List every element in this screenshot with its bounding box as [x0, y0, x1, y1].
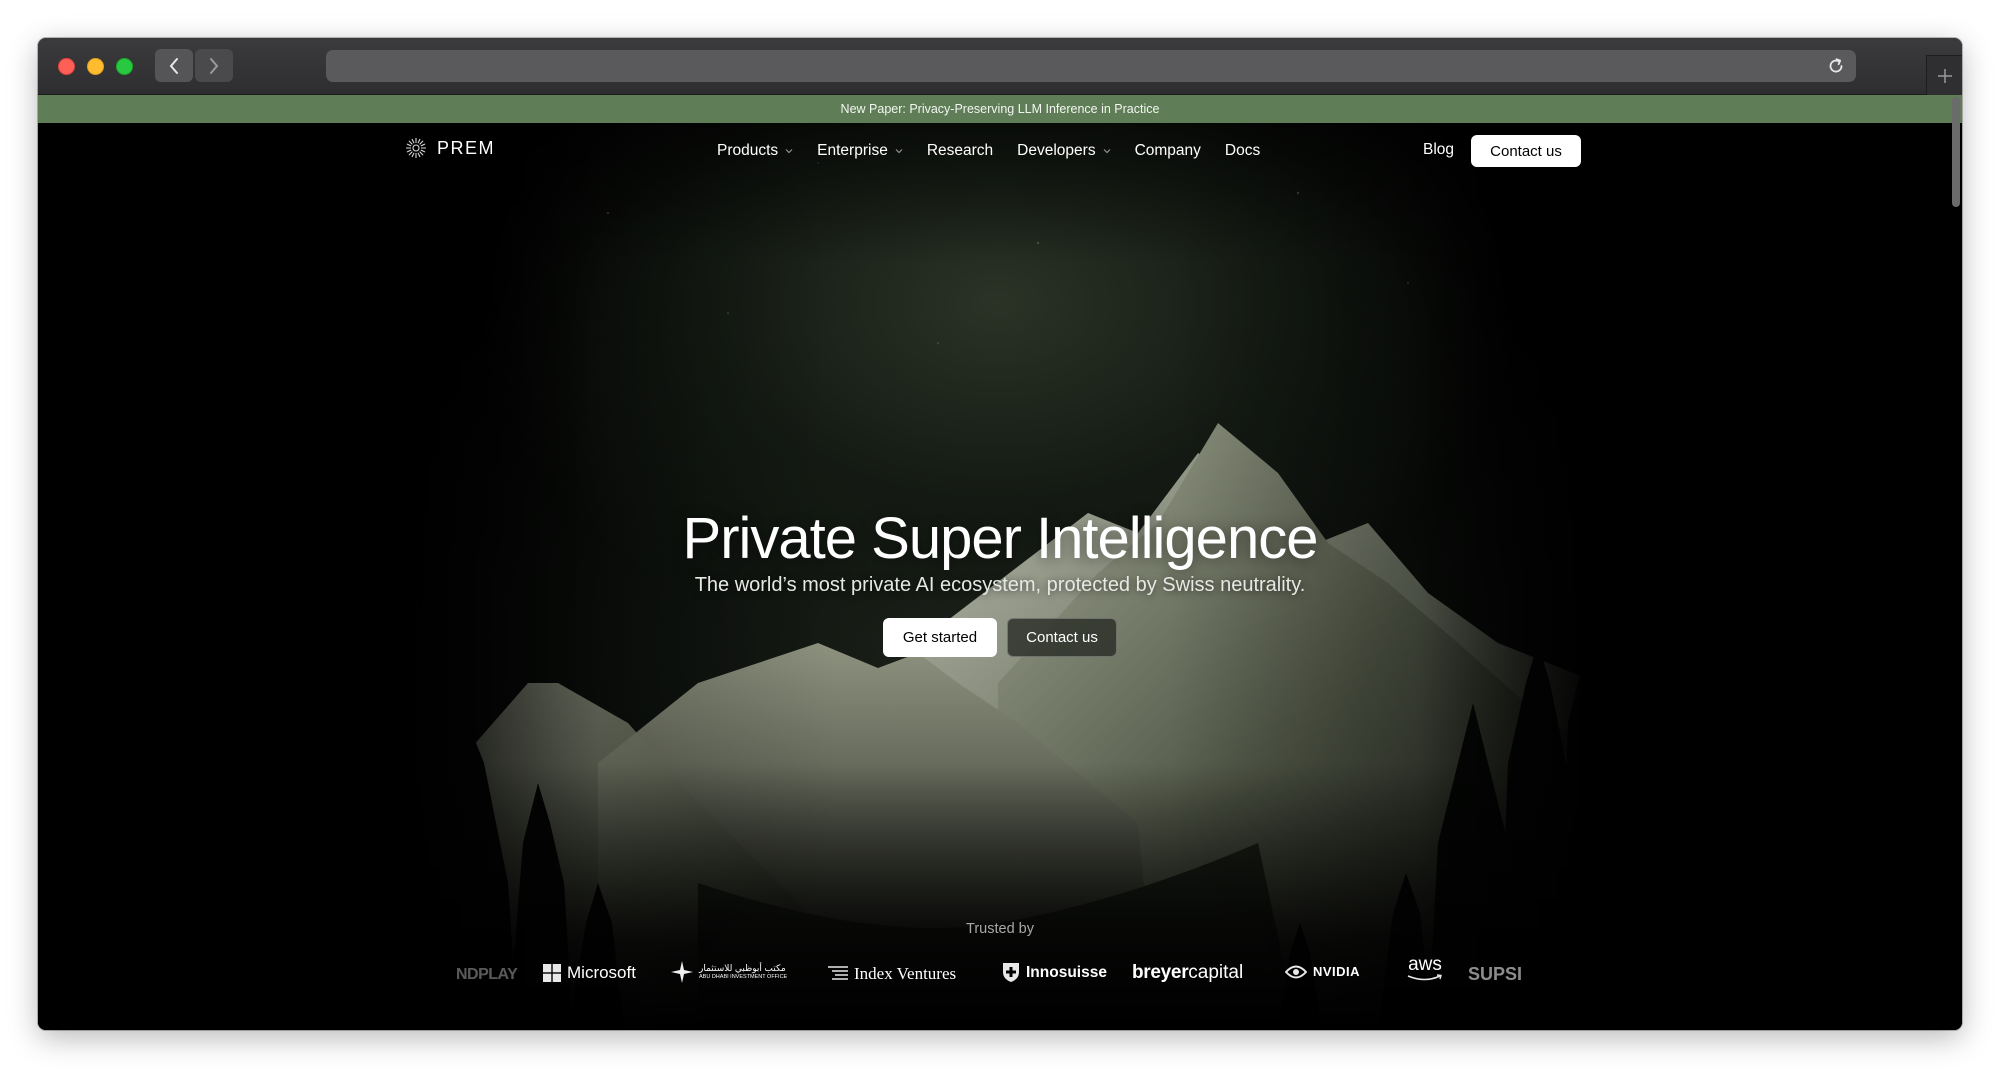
- address-bar[interactable]: [326, 50, 1856, 82]
- nav-item-developers[interactable]: Developers: [1017, 142, 1111, 160]
- partner-logo-supsi: SUPSI: [1468, 964, 1523, 984]
- page-viewport: New Paper: Privacy-Preserving LLM Infere…: [38, 95, 1962, 1030]
- plus-icon: [1937, 68, 1952, 83]
- partner-logo-microsoft: Microsoft: [543, 963, 636, 983]
- chevron-left-icon: [169, 57, 178, 74]
- new-tab-button[interactable]: [1926, 55, 1962, 95]
- partner-logo-innosuisse: Innosuisse: [1002, 962, 1107, 983]
- nav-item-docs[interactable]: Docs: [1225, 142, 1260, 160]
- nav-item-enterprise[interactable]: Enterprise: [817, 142, 903, 160]
- back-button[interactable]: [155, 49, 193, 82]
- top-navigation: PREM Products Enterprise Research Develo…: [38, 123, 1962, 179]
- close-window-button[interactable]: [58, 58, 75, 75]
- announcement-banner[interactable]: New Paper: Privacy-Preserving LLM Infere…: [38, 95, 1962, 123]
- get-started-button[interactable]: Get started: [883, 618, 997, 657]
- chevron-down-icon: [1103, 149, 1111, 154]
- chevron-right-icon: [210, 57, 219, 74]
- nav-contact-button[interactable]: Contact us: [1471, 135, 1581, 167]
- announcement-text[interactable]: New Paper: Privacy-Preserving LLM Infere…: [841, 102, 1160, 116]
- forward-button[interactable]: [195, 49, 233, 82]
- prem-logo-icon: [406, 138, 426, 158]
- chevron-down-icon: [785, 149, 793, 154]
- chevron-down-icon: [895, 149, 903, 154]
- partner-logo-breyer-capital: breyer capital: [1132, 962, 1244, 983]
- browser-titlebar: [38, 38, 1962, 95]
- hero-contact-button[interactable]: Contact us: [1007, 618, 1117, 657]
- nav-item-research[interactable]: Research: [927, 142, 993, 160]
- nav-blog-link[interactable]: Blog: [1423, 141, 1454, 159]
- swiss-shield-icon: [1003, 963, 1019, 982]
- main-menu: Products Enterprise Research Developers …: [717, 123, 1284, 179]
- nav-item-label: Company: [1134, 142, 1201, 159]
- nav-item-label: Products: [717, 142, 779, 159]
- partner-logo-ndplay: NDPLAY: [456, 966, 518, 983]
- nav-item-products[interactable]: Products: [717, 142, 793, 160]
- star-logo-icon: [671, 961, 693, 983]
- brand-logo[interactable]: PREM: [405, 137, 495, 159]
- partner-logo-aws: aws: [1406, 955, 1444, 982]
- browser-window: New Paper: Privacy-Preserving LLM Infere…: [38, 38, 1962, 1030]
- hero-title: Private Super Intelligence: [682, 506, 1319, 571]
- trusted-by-label: Trusted by: [966, 921, 1034, 937]
- index-lines-icon: [828, 966, 848, 980]
- partner-logo-index-ventures: Index Ventures: [828, 964, 956, 984]
- brand-name: PREM: [437, 137, 496, 158]
- aws-smile-icon: [1407, 974, 1442, 981]
- microsoft-logo-icon: [543, 964, 561, 982]
- reload-icon[interactable]: [1826, 56, 1846, 76]
- nav-item-company[interactable]: Company: [1135, 142, 1201, 160]
- nav-item-label: Enterprise: [817, 142, 888, 159]
- nav-item-label: Docs: [1224, 142, 1261, 159]
- nav-item-label: Developers: [1017, 142, 1096, 159]
- page-scrollbar[interactable]: [1952, 97, 1960, 207]
- nvidia-eye-icon: [1285, 965, 1307, 978]
- partner-logo-nvidia: NVIDIA: [1285, 964, 1360, 979]
- partner-logo-adio: مكتب أبوظبي للاستثمار ABU DHABI INVESTME…: [671, 961, 787, 983]
- zoom-window-button[interactable]: [116, 58, 133, 75]
- partner-logo-strip: NDPLAY Microsoft مكتب أبوظبي للاستثمار A…: [38, 951, 1962, 1011]
- minimize-window-button[interactable]: [87, 58, 104, 75]
- nav-item-label: Research: [926, 142, 994, 159]
- hero-subtitle: The world’s most private AI ecosystem, p…: [694, 574, 1306, 596]
- hero-cta-group: Get started Contact us: [38, 618, 1962, 657]
